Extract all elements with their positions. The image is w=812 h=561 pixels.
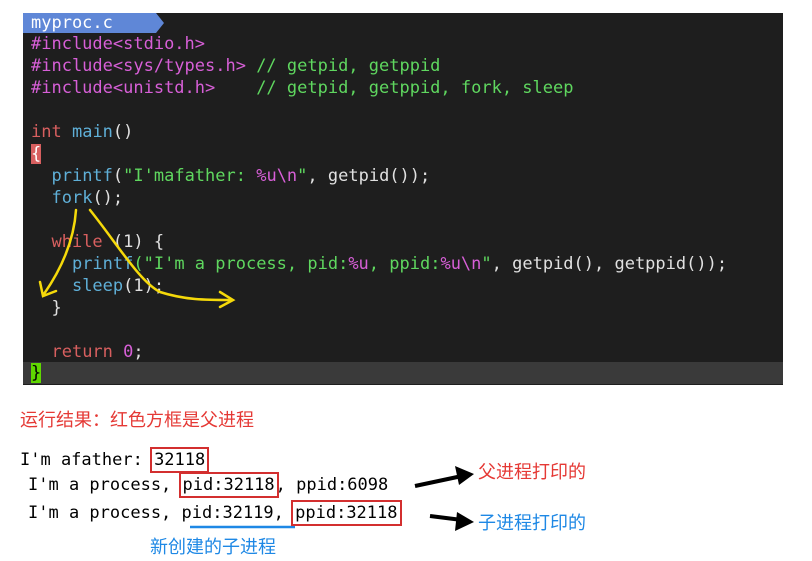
- father-pid-box: 32118: [150, 447, 210, 473]
- output-caption: 运行结果：红色方框是父进程: [20, 410, 254, 431]
- new-child-note: 新创建的子进程: [150, 537, 276, 558]
- parent-pid-box: pid:32118: [178, 472, 279, 498]
- fork-left-arrow: [42, 208, 78, 296]
- parent-print-note: 父进程打印的: [478, 462, 586, 483]
- output-line-father: I'm afather: 32118: [20, 447, 210, 473]
- parent-arrow: [414, 474, 463, 488]
- parent-arrow-head: [455, 466, 474, 485]
- child-arrow-head: [455, 512, 474, 531]
- output-line-process-child: I'm a process, pid:32119, ppid:32118: [28, 500, 402, 526]
- fork-right-arrow: [88, 208, 234, 302]
- child-pid: pid:32119: [181, 503, 274, 523]
- child-ppid-box: ppid:32118: [291, 500, 402, 526]
- child-print-note: 子进程打印的: [478, 513, 586, 534]
- output-line-process-parent: I'm a process, pid:32118, ppid:6098: [28, 472, 389, 498]
